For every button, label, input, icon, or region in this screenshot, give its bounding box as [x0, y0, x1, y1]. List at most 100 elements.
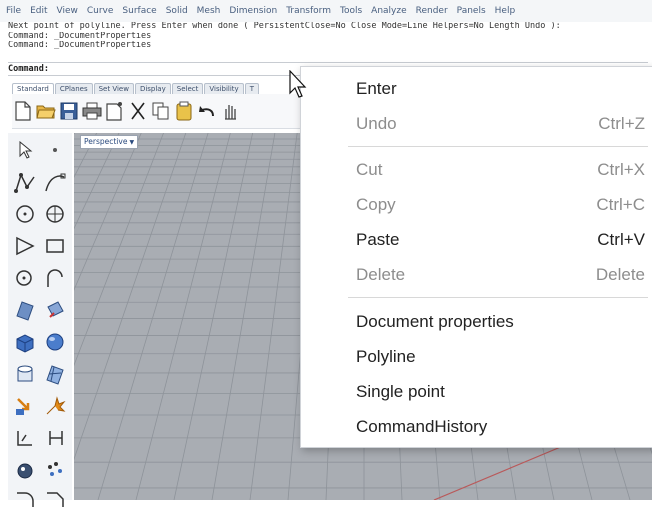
menu-item-shortcut: Ctrl+C — [596, 195, 645, 214]
explode-icon — [46, 396, 66, 415]
properties-button[interactable] — [104, 99, 126, 123]
new-file-button[interactable] — [12, 99, 34, 123]
menu-item-polyline[interactable]: Polyline — [301, 340, 652, 374]
menu-dimension[interactable]: Dimension — [229, 6, 277, 16]
print-button[interactable] — [81, 99, 103, 123]
point-cloud-tool[interactable] — [42, 457, 68, 483]
undo-button[interactable] — [196, 99, 218, 123]
explode-tool[interactable] — [42, 393, 68, 419]
copy-button[interactable] — [150, 99, 172, 123]
tab-cplanes[interactable]: CPlanes — [54, 83, 93, 94]
document-properties-icon — [106, 102, 122, 121]
arc-tool[interactable] — [42, 265, 68, 291]
history-line: Command: _DocumentProperties — [8, 31, 152, 41]
menu-item-label: Delete — [356, 265, 406, 284]
menu-item-label: Undo — [356, 114, 397, 133]
menu-item-label: Enter — [356, 79, 397, 98]
cut-button[interactable] — [127, 99, 149, 123]
transform-arrows-icon — [16, 398, 30, 415]
tab-display[interactable]: Display — [134, 83, 171, 94]
move-tool[interactable] — [12, 393, 38, 419]
curve-tool[interactable] — [42, 169, 68, 195]
viewport-title[interactable]: Perspective ▼ — [80, 135, 139, 149]
arc-icon — [47, 269, 63, 287]
polyline-icon — [14, 173, 35, 193]
circle-crosshair-icon — [46, 205, 64, 223]
new-file-icon — [15, 101, 31, 121]
menu-item-command-history[interactable]: CommandHistory — [301, 410, 652, 444]
chevron-down-icon: ▼ — [129, 139, 135, 146]
command-input[interactable] — [70, 63, 290, 75]
menu-panels[interactable]: Panels — [457, 6, 486, 16]
left-toolbar — [8, 133, 72, 507]
render-tool[interactable] — [12, 457, 38, 483]
paste-button[interactable] — [173, 99, 195, 123]
menu-curve[interactable]: Curve — [87, 6, 114, 16]
menu-analyze[interactable]: Analyze — [371, 6, 406, 16]
surface-tool[interactable] — [12, 297, 38, 323]
polygon-icon — [16, 236, 35, 256]
tab-select[interactable]: Select — [171, 83, 204, 94]
menu-item-single-point[interactable]: Single point — [301, 375, 652, 409]
tab-visibility[interactable]: Visibility — [204, 83, 244, 94]
dimension-aligned-tool[interactable] — [42, 425, 68, 451]
polyline-tool[interactable] — [12, 169, 38, 195]
chamfer-tool[interactable] — [42, 485, 68, 511]
menu-view[interactable]: View — [57, 6, 78, 16]
circle-tool[interactable] — [12, 201, 38, 227]
scissors-icon — [131, 102, 145, 120]
rectangle-tool[interactable] — [42, 233, 68, 259]
menu-tools[interactable]: Tools — [340, 6, 362, 16]
mesh-tool[interactable] — [42, 361, 68, 387]
menu-solid[interactable]: Solid — [166, 6, 188, 16]
arrow-pointer-icon — [19, 141, 33, 159]
menu-separator — [348, 297, 648, 298]
toolbar-tabs: Standard CPlanes Set View Display Select… — [12, 80, 312, 94]
box-tool[interactable] — [12, 329, 38, 355]
polygon-tool[interactable] — [12, 233, 38, 259]
menu-item-shortcut: Ctrl+V — [597, 230, 645, 249]
menu-separator — [348, 146, 648, 147]
menu-item-copy[interactable]: Copy Ctrl+C — [301, 188, 652, 222]
sphere-tool[interactable] — [42, 329, 68, 355]
fillet-tool[interactable] — [12, 485, 38, 511]
select-tool[interactable] — [12, 137, 38, 163]
undo-icon — [199, 106, 214, 117]
menu-item-undo[interactable]: Undo Ctrl+Z — [301, 107, 652, 141]
menu-file[interactable]: File — [6, 6, 21, 16]
tab-standard[interactable]: Standard — [12, 83, 54, 94]
menu-mesh[interactable]: Mesh — [197, 6, 221, 16]
surface-edit-tool[interactable] — [42, 297, 68, 323]
menu-item-document-properties[interactable]: Document properties — [301, 305, 652, 339]
menu-item-label: Single point — [356, 382, 445, 401]
clipboard-icon — [176, 101, 192, 121]
menu-item-delete[interactable]: Delete Delete — [301, 258, 652, 292]
menu-surface[interactable]: Surface — [122, 6, 156, 16]
menu-edit[interactable]: Edit — [30, 6, 47, 16]
control-point-curve-icon — [45, 173, 66, 192]
tab-set-view[interactable]: Set View — [93, 83, 134, 94]
point-tool[interactable] — [42, 137, 68, 163]
dimension-icon — [17, 431, 32, 446]
save-button[interactable] — [58, 99, 80, 123]
command-history: Next point of polyline. Press Enter when… — [8, 22, 648, 62]
menu-item-cut[interactable]: Cut Ctrl+X — [301, 153, 652, 187]
tab-more[interactable]: T — [244, 83, 259, 94]
dimension-tool[interactable] — [12, 425, 38, 451]
menu-help[interactable]: Help — [495, 6, 516, 16]
circle-icon — [16, 205, 34, 223]
menu-item-enter[interactable]: Enter — [301, 72, 652, 106]
sphere-icon — [46, 333, 64, 351]
open-button[interactable] — [35, 99, 57, 123]
menu-item-shortcut: Delete — [595, 265, 645, 284]
pan-button[interactable] — [219, 99, 241, 123]
menu-item-paste[interactable]: Paste Ctrl+V — [301, 223, 652, 257]
menu-render[interactable]: Render — [416, 6, 448, 16]
printer-icon — [82, 102, 102, 120]
surface-pen-icon — [47, 301, 64, 318]
menu-transform[interactable]: Transform — [286, 6, 331, 16]
cylinder-tool[interactable] — [12, 361, 38, 387]
ellipse-tool[interactable] — [12, 265, 38, 291]
circle-3pt-tool[interactable] — [42, 201, 68, 227]
surface-icon — [16, 301, 34, 321]
